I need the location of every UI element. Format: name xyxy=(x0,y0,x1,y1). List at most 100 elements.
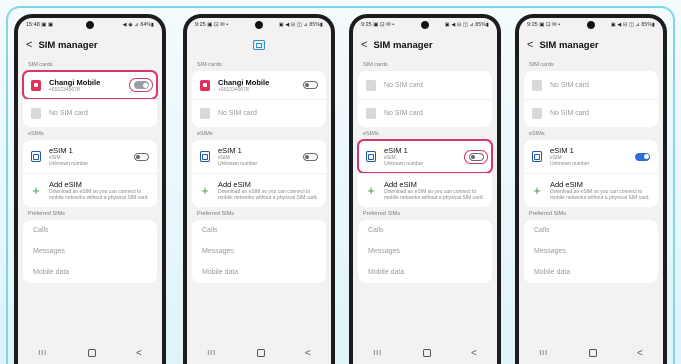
esims-label: eSIMs xyxy=(529,131,545,137)
phone-1: 15:48 ▣ ▣ ◀ ◉ ⊿ 84%▮ < SIM manager SIM c… xyxy=(14,14,166,364)
page-title: SIM manager xyxy=(38,39,98,51)
camera-icon xyxy=(255,21,263,29)
add-esim-desc: Download an eSIM so you can connect to m… xyxy=(49,189,149,201)
preferred-label: Preferred SIMs xyxy=(28,211,65,217)
add-esim-desc: Download an eSIM so you can connect to m… xyxy=(218,189,318,201)
sim-name: No SIM card xyxy=(550,110,589,117)
esim-row[interactable]: eSIM 1 eSIM Unknown number xyxy=(192,140,326,173)
pref-mobile-data[interactable]: Mobile data xyxy=(192,262,326,283)
sim-row-changi[interactable]: Changi Mobile +6512345678 xyxy=(22,70,158,100)
home-icon[interactable] xyxy=(588,349,597,357)
sim-row-changi[interactable]: Changi Mobile +6512345678 xyxy=(192,71,326,99)
nav-bar: III < xyxy=(18,342,162,364)
camera-icon xyxy=(421,21,429,29)
sim-card-icon xyxy=(200,108,210,119)
camera-icon xyxy=(86,21,94,29)
preferred-card: Calls Messages Mobile data xyxy=(524,220,658,283)
back-arrow-icon[interactable]: < xyxy=(527,39,533,51)
home-icon[interactable] xyxy=(256,349,265,357)
phone-3-screen: 9:25 ▣ ⊡ ✉ • ▣ ◀ ⊟ ◫ ⊿ 85%▮ < SIM manage… xyxy=(353,18,497,364)
sim-cards-card: No SIM card No SIM card xyxy=(358,71,492,127)
page-title: SIM manager xyxy=(373,39,433,51)
add-esim-row[interactable]: + Add eSIM Download an eSIM so you can c… xyxy=(358,173,492,207)
toggle-highlight-ring xyxy=(464,149,488,164)
esim-toggle[interactable] xyxy=(134,152,149,161)
status-left-icons: ▣ ▣ xyxy=(41,22,54,28)
phone-2: 9:25 ▣ ⊡ ✉ • ▣ ◀ ⊟ ◫ ⊿ 85%▮ SIM cards Ch… xyxy=(183,14,335,364)
sim-settings-icon xyxy=(253,40,265,50)
sim-name: No SIM card xyxy=(49,110,88,117)
status-right-icons: ◀ ◉ ⊿ 84%▮ xyxy=(122,22,154,28)
esim-icon xyxy=(366,151,376,162)
esim-row[interactable]: eSIM 1 eSIM Unknown number xyxy=(357,139,493,174)
pref-calls[interactable]: Calls xyxy=(524,220,658,241)
pref-calls[interactable]: Calls xyxy=(358,220,492,241)
add-esim-row[interactable]: + Add eSIM Download an eSIM so you can c… xyxy=(192,173,326,207)
pref-messages[interactable]: Messages xyxy=(358,241,492,262)
status-right-icons: ▣ ◀ ⊟ ◫ ⊿ 85%▮ xyxy=(278,22,323,28)
esim-toggle[interactable] xyxy=(303,152,318,161)
add-esim-row[interactable]: + Add eSIM Download an eSIM so you can c… xyxy=(23,173,157,207)
plus-icon: + xyxy=(201,182,209,198)
nav-bar: III < xyxy=(519,342,663,364)
status-time: 9:25 xyxy=(195,22,206,28)
esim-number: Unknown number xyxy=(49,161,89,167)
header xyxy=(187,32,331,58)
back-icon[interactable]: < xyxy=(637,348,643,359)
pref-calls[interactable]: Calls xyxy=(192,220,326,241)
add-esim-row[interactable]: + Add eSIM Download an eSIM so you can c… xyxy=(524,173,658,207)
esim-name: eSIM 1 xyxy=(218,146,242,155)
esim-icon xyxy=(200,151,210,162)
sim-row-empty: No SIM card xyxy=(524,99,658,127)
recent-apps-icon[interactable]: III xyxy=(539,350,548,357)
esim-name: eSIM 1 xyxy=(384,146,408,155)
esim-toggle[interactable] xyxy=(635,152,650,161)
recent-apps-icon[interactable]: III xyxy=(373,350,382,357)
plus-icon: + xyxy=(367,182,375,198)
esim-number: Unknown number xyxy=(218,161,258,167)
sim-row-empty: No SIM card xyxy=(524,71,658,99)
recent-apps-icon[interactable]: III xyxy=(207,350,216,357)
pref-messages[interactable]: Messages xyxy=(192,241,326,262)
recent-apps-icon[interactable]: III xyxy=(38,350,47,357)
sim-cards-label: SIM cards xyxy=(529,62,554,68)
sim-cards-card: Changi Mobile +6512345678 No SIM card xyxy=(22,70,158,127)
phone-1-screen: 15:48 ▣ ▣ ◀ ◉ ⊿ 84%▮ < SIM manager SIM c… xyxy=(18,18,162,364)
pref-mobile-data[interactable]: Mobile data xyxy=(23,262,157,283)
status-left-icons: ▣ ⊡ ✉ • xyxy=(207,22,229,28)
esims-card: eSIM 1 eSIM Unknown number + Add eSIM Do… xyxy=(23,140,157,207)
esims-label: eSIMs xyxy=(197,131,213,137)
back-icon[interactable]: < xyxy=(305,348,311,359)
pref-mobile-data[interactable]: Mobile data xyxy=(358,262,492,283)
back-arrow-icon[interactable]: < xyxy=(361,39,367,51)
sim-toggle[interactable] xyxy=(303,81,318,89)
back-icon[interactable]: < xyxy=(471,348,477,359)
preferred-label: Preferred SIMs xyxy=(363,211,400,217)
esims-card: eSIM 1 eSIM Unknown number + Add eSIM Do… xyxy=(357,139,493,207)
back-arrow-icon[interactable]: < xyxy=(26,39,32,51)
status-right-icons: ▣ ◀ ⊟ ◫ ⊿ 85%▮ xyxy=(444,22,489,28)
status-bar: 15:48 ▣ ▣ ◀ ◉ ⊿ 84%▮ xyxy=(18,18,162,32)
add-esim-title: Add eSIM xyxy=(384,180,417,189)
sim-cards-label: SIM cards xyxy=(363,62,388,68)
pref-messages[interactable]: Messages xyxy=(23,241,157,262)
preferred-card: Calls Messages Mobile data xyxy=(358,220,492,283)
esim-row[interactable]: eSIM 1 eSIM Unknown number xyxy=(23,140,157,173)
pref-messages[interactable]: Messages xyxy=(524,241,658,262)
home-icon[interactable] xyxy=(422,349,431,357)
preferred-label: Preferred SIMs xyxy=(529,211,566,217)
pref-mobile-data[interactable]: Mobile data xyxy=(524,262,658,283)
sim-row-empty: No SIM card xyxy=(23,99,157,127)
home-icon[interactable] xyxy=(87,349,96,357)
sim-row-empty: No SIM card xyxy=(192,99,326,127)
plus-icon: + xyxy=(32,182,40,198)
back-icon[interactable]: < xyxy=(136,348,142,359)
add-esim-title: Add eSIM xyxy=(218,180,251,189)
add-esim-title: Add eSIM xyxy=(49,180,82,189)
phone-4: 9:25 ▣ ⊡ ✉ • ▣ ◀ ⊟ ◫ ⊿ 85%▮ < SIM manage… xyxy=(515,14,667,364)
pref-calls[interactable]: Calls xyxy=(23,220,157,241)
header: < SIM manager xyxy=(18,32,162,58)
esim-row[interactable]: eSIM 1 eSIM Unknown number xyxy=(524,140,658,173)
status-bar: 9:25 ▣ ⊡ ✉ • ▣ ◀ ⊟ ◫ ⊿ 85%▮ xyxy=(353,18,497,32)
esim-name: eSIM 1 xyxy=(550,146,574,155)
